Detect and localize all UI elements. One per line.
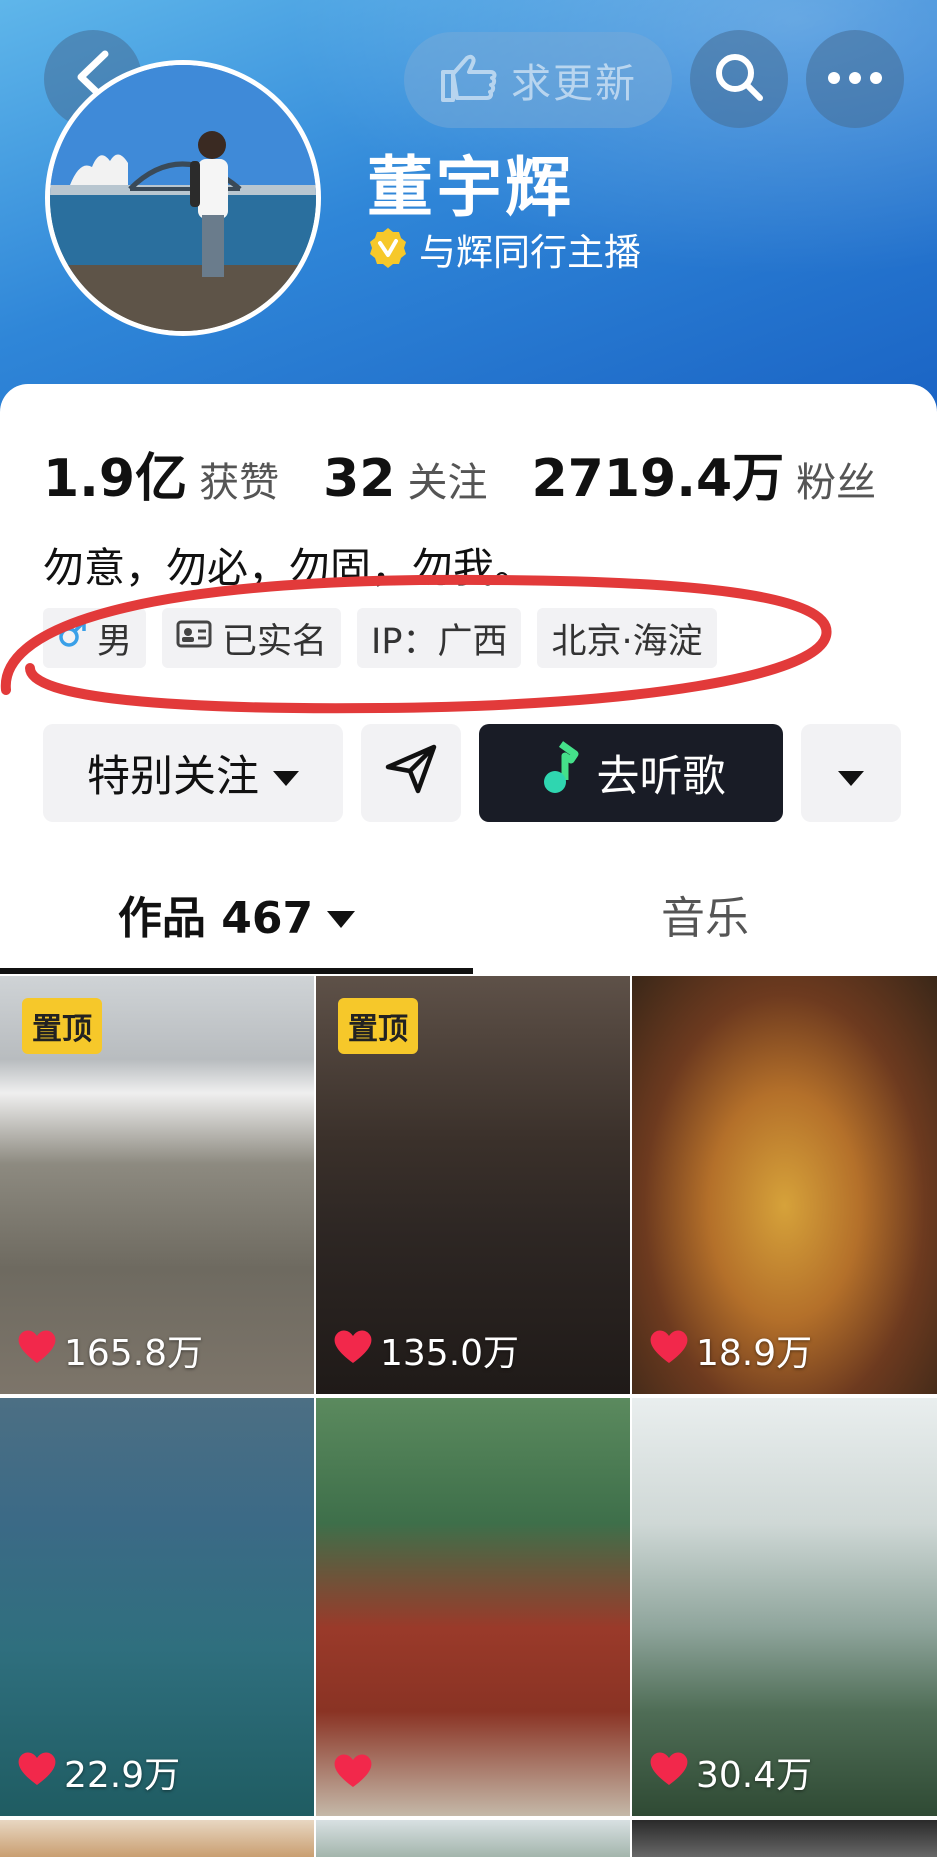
video-thumbnail[interactable]: 置顶 135.0万 bbox=[316, 976, 630, 1394]
profile-card: 1.9亿 获赞 32 关注 2719.4万 粉丝 勿意，勿必，勿固，勿我。 男 … bbox=[0, 384, 937, 1857]
tab-active-indicator bbox=[0, 968, 473, 974]
bio-text: 勿意，勿必，勿固，勿我。 bbox=[43, 544, 535, 592]
hand-point-icon bbox=[439, 52, 497, 108]
location-label: 北京·海淀 bbox=[551, 621, 703, 662]
following-label[interactable]: 关注 bbox=[408, 450, 488, 508]
more-button[interactable] bbox=[806, 30, 904, 128]
tab-music[interactable]: 音乐 bbox=[473, 854, 937, 974]
caret-down-icon bbox=[838, 748, 864, 798]
message-button[interactable] bbox=[361, 724, 461, 822]
listen-music-button[interactable]: 去听歌 bbox=[479, 724, 783, 822]
music-note-icon bbox=[537, 740, 583, 807]
avatar[interactable] bbox=[45, 60, 321, 336]
heart-icon bbox=[648, 1327, 690, 1374]
likes-label: 获赞 bbox=[199, 460, 280, 506]
like-count-value: 18.9万 bbox=[696, 1333, 813, 1374]
like-count-value: 22.9万 bbox=[64, 1755, 181, 1796]
male-icon bbox=[57, 618, 87, 658]
video-thumbnail[interactable] bbox=[316, 1820, 630, 1857]
pinned-badge: 置顶 bbox=[22, 998, 102, 1054]
like-count-value: 165.8万 bbox=[64, 1333, 204, 1374]
search-button[interactable] bbox=[690, 30, 788, 128]
gender-label: 男 bbox=[97, 621, 133, 662]
like-count-value: 30.4万 bbox=[696, 1755, 813, 1796]
ip-tag: IP：广西 bbox=[357, 608, 522, 668]
special-follow-button[interactable]: 特别关注 bbox=[43, 724, 343, 822]
action-buttons: 特别关注 去听歌 bbox=[43, 724, 901, 822]
avatar-photo bbox=[50, 65, 316, 331]
like-count: 30.4万 bbox=[648, 1746, 812, 1798]
request-update-button[interactable]: 求更新 bbox=[404, 32, 672, 128]
verified-v-icon bbox=[367, 226, 409, 272]
gender-tag: 男 bbox=[43, 608, 147, 668]
listen-music-label: 去听歌 bbox=[596, 752, 726, 802]
likes-count: 1.9亿 bbox=[43, 449, 188, 509]
user-name: 董宇辉 bbox=[367, 149, 574, 226]
heart-icon bbox=[332, 1327, 374, 1374]
heart-icon bbox=[332, 1751, 374, 1798]
request-update-label: 求更新 bbox=[511, 61, 637, 107]
like-count: 165.8万 bbox=[16, 1324, 203, 1376]
verified-label: 已实名 bbox=[222, 621, 328, 662]
location-tag: 北京·海淀 bbox=[537, 608, 717, 668]
video-thumbnail[interactable]: 18.9万 bbox=[632, 976, 937, 1394]
video-thumbnail[interactable] bbox=[316, 1398, 630, 1816]
ip-label: IP：广西 bbox=[371, 621, 508, 662]
video-thumbnail[interactable]: 置顶 165.8万 bbox=[0, 976, 314, 1394]
video-grid: 置顶 165.8万 置顶 135.0万 18.9万 22.9万 30.4万 bbox=[0, 976, 937, 1857]
heart-icon bbox=[16, 1327, 58, 1374]
special-follow-label: 特别关注 bbox=[87, 752, 259, 802]
pinned-badge: 置顶 bbox=[338, 998, 418, 1054]
profile-tags: 男 已实名 IP：广西 北京·海淀 bbox=[43, 608, 717, 668]
id-card-icon bbox=[176, 618, 212, 658]
verify-label: 与辉同行主播 bbox=[419, 231, 641, 274]
video-thumbnail[interactable]: 22.9万 bbox=[0, 1398, 314, 1816]
followers-count[interactable]: 2719.4万 bbox=[532, 436, 785, 511]
profile-page: 求更新 董宇辉 与辉同行主播 1.9亿 获赞 32 关注 2719.4万 粉丝 … bbox=[0, 0, 937, 1857]
heart-icon bbox=[648, 1749, 690, 1796]
like-count-value: 135.0万 bbox=[380, 1333, 520, 1374]
more-actions-dropdown[interactable] bbox=[801, 724, 901, 822]
tab-works[interactable]: 作品 467 bbox=[0, 854, 473, 974]
caret-down-icon bbox=[327, 889, 356, 940]
caret-down-icon bbox=[273, 748, 299, 798]
search-icon bbox=[713, 51, 765, 107]
content-tabs: 作品 467 音乐 bbox=[0, 854, 937, 974]
following-count[interactable]: 32 bbox=[323, 449, 395, 509]
tab-music-label: 音乐 bbox=[661, 893, 749, 944]
followers-label[interactable]: 粉丝 bbox=[796, 450, 876, 508]
stats-row: 1.9亿 获赞 32 关注 2719.4万 粉丝 bbox=[43, 436, 876, 511]
video-thumbnail[interactable] bbox=[0, 1820, 314, 1857]
tab-works-label: 作品 467 bbox=[117, 893, 314, 944]
video-thumbnail[interactable] bbox=[632, 1820, 937, 1857]
heart-icon bbox=[16, 1749, 58, 1796]
like-count: 18.9万 bbox=[648, 1324, 812, 1376]
verified-tag: 已实名 bbox=[162, 608, 342, 668]
like-count bbox=[332, 1751, 380, 1798]
paper-plane-icon bbox=[384, 741, 438, 806]
verification-line: 与辉同行主播 bbox=[367, 222, 641, 276]
video-thumbnail[interactable]: 30.4万 bbox=[632, 1398, 937, 1816]
more-icon bbox=[827, 70, 883, 89]
like-count: 135.0万 bbox=[332, 1324, 519, 1376]
like-count: 22.9万 bbox=[16, 1746, 180, 1798]
